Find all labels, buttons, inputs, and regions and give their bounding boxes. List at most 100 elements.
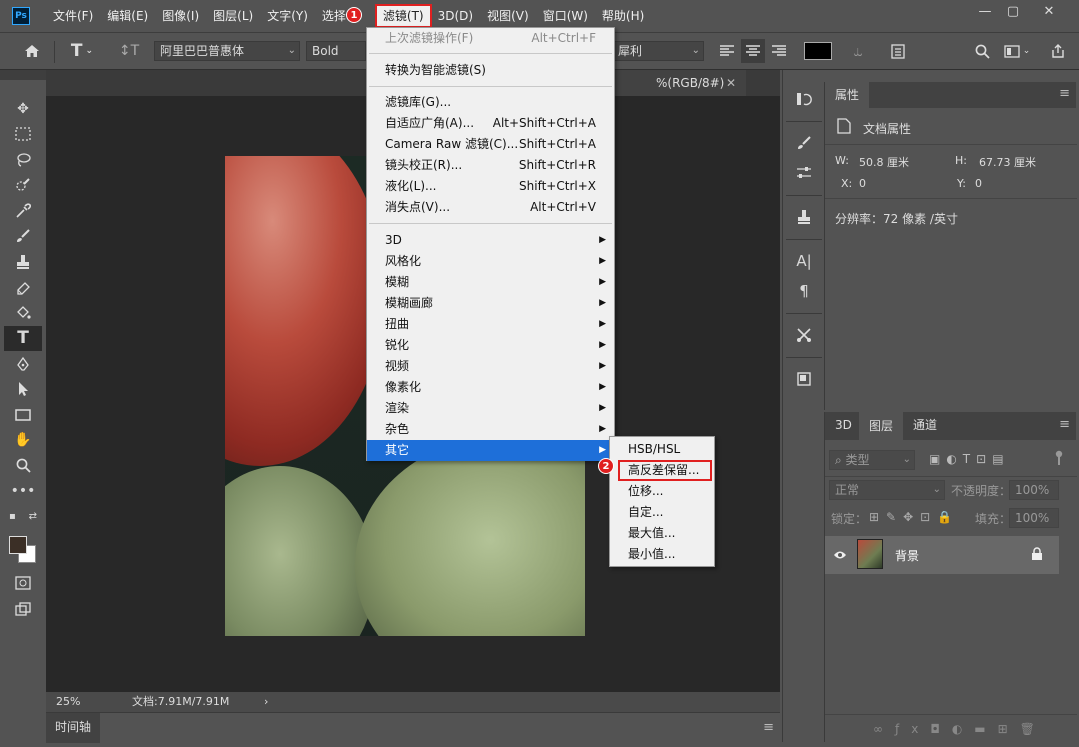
path-selection-tool-icon[interactable] <box>4 377 42 403</box>
menu-item-adaptive-wide-angle[interactable]: 自适应广角(A)... Alt+Shift+Ctrl+A <box>367 113 614 134</box>
status-arrow-icon[interactable]: › <box>264 692 268 712</box>
x-value[interactable]: 0 <box>859 177 866 190</box>
more-tools-icon[interactable]: ••• <box>4 479 42 505</box>
y-value[interactable]: 0 <box>975 177 982 190</box>
menu-edit[interactable]: 编辑(E) <box>100 5 155 27</box>
visibility-eye-icon[interactable] <box>833 548 847 562</box>
panel-menu-icon[interactable]: ≡ <box>1059 417 1070 432</box>
menu-filter[interactable]: 滤镜(T) <box>374 4 432 28</box>
lock-icons[interactable]: ⊞✎✥⊡🔒 <box>869 510 959 524</box>
navigator-icon[interactable] <box>786 364 822 394</box>
share-icon[interactable] <box>1046 39 1070 63</box>
menu-item-pixelate[interactable]: 像素化 ▶ <box>367 377 614 398</box>
menu-item-vanishing-point[interactable]: 消失点(V)... Alt+Ctrl+V <box>367 197 614 218</box>
brush-tool-icon[interactable] <box>4 224 42 250</box>
menu-help[interactable]: 帮助(H) <box>595 5 651 27</box>
blend-mode-select[interactable]: 正常 ⌄ <box>829 480 945 500</box>
quick-mask-icon[interactable] <box>4 570 42 596</box>
warp-text-icon[interactable]: ⥿ <box>846 39 870 63</box>
layer-name[interactable]: 背景 <box>895 547 919 564</box>
layer-action-icons[interactable]: ∞ƒx◘◐▬⊞🗑 <box>873 722 1047 736</box>
move-tool-icon[interactable]: ✥ <box>4 96 42 122</box>
timeline-tab[interactable]: 时间轴 <box>46 713 100 743</box>
align-center-icon[interactable] <box>741 39 765 63</box>
tab-properties[interactable]: 属性 <box>825 82 870 108</box>
paragraph-icon[interactable]: ¶ <box>786 276 822 306</box>
history-icon[interactable] <box>786 84 822 114</box>
layer-filter-icons[interactable]: ▣◐T⊡▤ <box>929 452 1010 466</box>
search-icon[interactable] <box>970 39 994 63</box>
submenu-item-high-pass[interactable]: 高反差保留... <box>618 460 712 481</box>
font-family-select[interactable]: 阿里巴巴普惠体 ⌄ <box>154 41 300 61</box>
menu-item-stylize[interactable]: 风格化 ▶ <box>367 251 614 272</box>
lasso-tool-icon[interactable] <box>4 147 42 173</box>
submenu-item-hsb-hsl[interactable]: HSB/HSL <box>610 439 714 460</box>
width-value[interactable]: 50.8 厘米 <box>859 154 909 170</box>
menu-item-noise[interactable]: 杂色 ▶ <box>367 419 614 440</box>
menu-image[interactable]: 图像(I) <box>155 5 206 27</box>
type-tool-preset-icon[interactable]: T ⌄ <box>64 39 100 63</box>
screen-mode-icon[interactable] <box>4 596 42 622</box>
workspace-icon[interactable]: ⌄ <box>1000 39 1034 63</box>
menu-item-filter-gallery[interactable]: 滤镜库(G)... <box>367 92 614 113</box>
menu-item-other[interactable]: 其它 ▶ <box>367 440 614 461</box>
menu-item-render[interactable]: 渲染 ▶ <box>367 398 614 419</box>
pen-tool-icon[interactable] <box>4 351 42 377</box>
layer-filter-select[interactable]: ⌕ 类型 ⌄ <box>829 450 915 470</box>
stamp-tool-icon[interactable] <box>4 249 42 275</box>
menu-item-sharpen[interactable]: 锐化 ▶ <box>367 335 614 356</box>
lock-icon[interactable] <box>1031 547 1043 561</box>
character-panel-icon[interactable] <box>886 39 910 63</box>
brush-settings-icon[interactable] <box>786 128 822 158</box>
document-tab[interactable]: %(RGB/8#) ✕ <box>606 70 746 96</box>
text-orientation-icon[interactable]: ↕T <box>116 39 142 63</box>
menu-item-camera-raw[interactable]: Camera Raw 滤镜(C)... Shift+Ctrl+A <box>367 134 614 155</box>
fill-input[interactable]: 100% <box>1009 508 1059 528</box>
menu-item-3d[interactable]: 3D ▶ <box>367 230 614 251</box>
text-color-swatch[interactable] <box>804 42 832 60</box>
menu-item-smart-filter[interactable]: 转换为智能滤镜(S) <box>367 60 614 81</box>
menu-item-video[interactable]: 视频 ▶ <box>367 356 614 377</box>
menu-3d[interactable]: 3D(D) <box>431 5 480 27</box>
menu-item-distort[interactable]: 扭曲 ▶ <box>367 314 614 335</box>
menu-type[interactable]: 文字(Y) <box>260 5 315 27</box>
close-tab-icon[interactable]: ✕ <box>726 70 736 96</box>
submenu-item-minimum[interactable]: 最小值... <box>610 544 714 565</box>
swap-colors-icon[interactable]: ▪ ⇄ <box>4 504 42 530</box>
maximize-button[interactable]: ▢ <box>996 0 1030 22</box>
opacity-input[interactable]: 100% <box>1009 480 1059 500</box>
filter-toggle-icon[interactable] <box>1055 450 1063 466</box>
antialias-select[interactable]: 犀利 ⌄ <box>612 41 704 61</box>
height-value[interactable]: 67.73 厘米 <box>979 154 1036 170</box>
eyedropper-tool-icon[interactable] <box>4 198 42 224</box>
quick-selection-tool-icon[interactable] <box>4 173 42 199</box>
menu-item-lens-correction[interactable]: 镜头校正(R)... Shift+Ctrl+R <box>367 155 614 176</box>
menu-item-blur[interactable]: 模糊 ▶ <box>367 272 614 293</box>
menu-window[interactable]: 窗口(W) <box>536 5 595 27</box>
hand-tool-icon[interactable]: ✋ <box>4 428 42 454</box>
clone-source-icon[interactable] <box>786 202 822 232</box>
tool-presets-icon[interactable] <box>786 320 822 350</box>
panel-menu-icon[interactable]: ≡ <box>1059 86 1070 101</box>
submenu-item-maximum[interactable]: 最大值... <box>610 523 714 544</box>
rectangle-tool-icon[interactable] <box>4 402 42 428</box>
menu-layer[interactable]: 图层(L) <box>206 5 260 27</box>
zoom-level[interactable]: 25% <box>56 692 80 712</box>
align-left-icon[interactable] <box>716 39 738 63</box>
tab-layers[interactable]: 图层 <box>859 412 904 440</box>
tab-3d[interactable]: 3D <box>825 412 862 438</box>
layer-row-background[interactable]: 背景 <box>825 536 1059 574</box>
foreground-color-swatch[interactable] <box>9 536 27 554</box>
menu-item-last-filter[interactable]: 上次滤镜操作(F) Alt+Ctrl+F <box>367 28 614 49</box>
font-style-select[interactable]: Bold <box>306 41 366 61</box>
home-icon[interactable] <box>20 39 44 63</box>
marquee-tool-icon[interactable] <box>4 122 42 148</box>
menu-file[interactable]: 文件(F) <box>46 5 100 27</box>
close-window-button[interactable]: ✕ <box>1032 0 1066 22</box>
zoom-tool-icon[interactable] <box>4 453 42 479</box>
submenu-item-offset[interactable]: 位移... <box>610 481 714 502</box>
align-right-icon[interactable] <box>768 39 790 63</box>
type-tool-icon[interactable]: T <box>4 325 42 351</box>
menu-view[interactable]: 视图(V) <box>480 5 536 27</box>
menu-item-blur-gallery[interactable]: 模糊画廊 ▶ <box>367 293 614 314</box>
